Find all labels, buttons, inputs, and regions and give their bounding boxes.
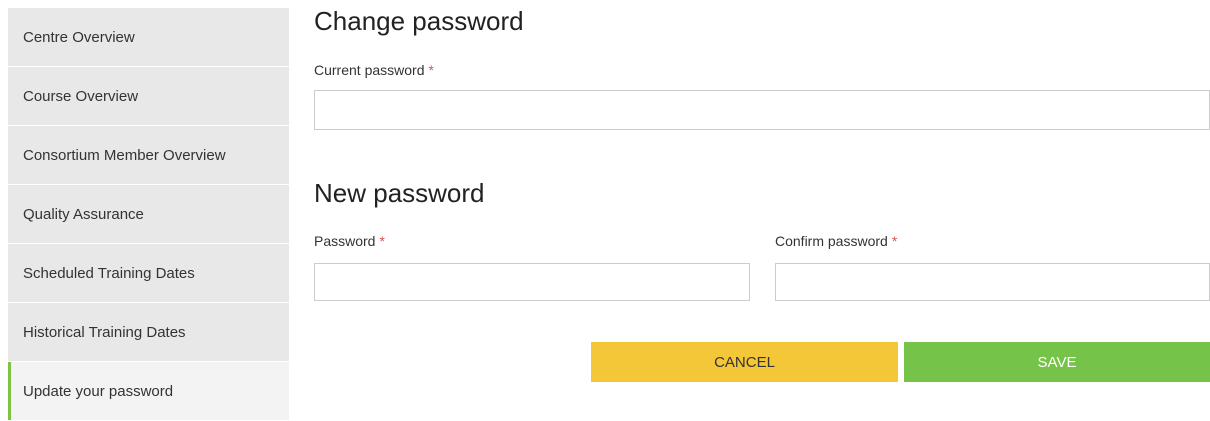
sidebar-item-course-overview[interactable]: Course Overview <box>8 67 289 125</box>
sidebar-item-quality-assurance[interactable]: Quality Assurance <box>8 185 289 243</box>
sidebar-item-consortium-member-overview[interactable]: Consortium Member Overview <box>8 126 289 184</box>
new-password-heading: New password <box>314 178 485 208</box>
cancel-button[interactable]: CANCEL <box>591 342 898 382</box>
sidebar-item-label: Centre Overview <box>23 28 135 46</box>
password-label-text: Password <box>314 233 376 249</box>
password-label: Password * <box>314 233 385 249</box>
current-password-label: Current password * <box>314 62 434 78</box>
confirm-password-label: Confirm password * <box>775 233 897 249</box>
change-password-heading: Change password <box>314 6 524 36</box>
sidebar-item-label: Historical Training Dates <box>23 323 186 341</box>
required-marker: * <box>891 233 898 249</box>
current-password-input[interactable] <box>314 90 1210 130</box>
sidebar-item-label: Scheduled Training Dates <box>23 264 195 282</box>
sidebar-item-update-password[interactable]: Update your password <box>8 362 289 420</box>
sidebar-item-historical-training-dates[interactable]: Historical Training Dates <box>8 303 289 361</box>
required-marker: * <box>379 233 385 249</box>
confirm-password-label-text: Confirm password <box>775 233 888 249</box>
sidebar-item-label: Consortium Member Overview <box>23 146 226 164</box>
password-input[interactable] <box>314 263 750 301</box>
current-password-label-text: Current password <box>314 62 425 78</box>
confirm-password-input[interactable] <box>775 263 1210 301</box>
sidebar-item-label: Quality Assurance <box>23 205 144 223</box>
save-button[interactable]: SAVE <box>904 342 1210 382</box>
sidebar-item-label: Course Overview <box>23 87 139 105</box>
sidebar-nav: Centre Overview Course Overview Consorti… <box>8 8 289 421</box>
sidebar-item-centre-overview[interactable]: Centre Overview <box>8 8 289 66</box>
required-marker: * <box>428 62 434 78</box>
sidebar-item-label: Update your password <box>23 382 174 400</box>
sidebar-item-scheduled-training-dates[interactable]: Scheduled Training Dates <box>8 244 289 302</box>
